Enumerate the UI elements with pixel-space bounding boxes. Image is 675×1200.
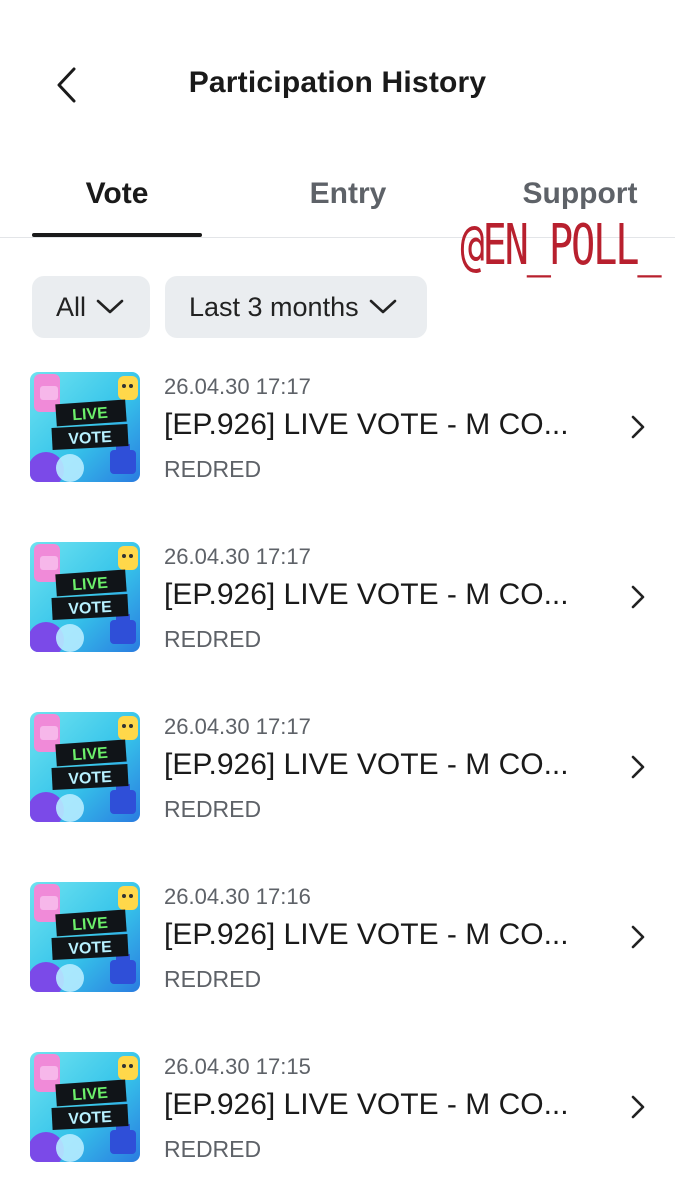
filter-bar: All Last 3 months: [32, 276, 427, 338]
list-item[interactable]: LIVE VOTE 26.04.30 17:16 [EP.926] LIVE VO…: [0, 862, 675, 1032]
active-tab-indicator: [32, 233, 202, 237]
vote-thumbnail: LIVE VOTE: [30, 1052, 140, 1162]
page-title: Participation History: [188, 66, 487, 99]
chevron-down-icon: [369, 299, 397, 315]
period-filter[interactable]: Last 3 months: [165, 276, 427, 338]
list-item[interactable]: LIVE VOTE 26.04.30 17:17 [EP.926] LIVE VO…: [0, 352, 675, 522]
vote-thumbnail: LIVE VOTE: [30, 882, 140, 992]
category-filter[interactable]: All: [32, 276, 150, 338]
item-subtitle: REDRED: [164, 1136, 262, 1162]
history-list: LIVE VOTE 26.04.30 17:17 [EP.926] LIVE VO…: [0, 352, 675, 1200]
list-item[interactable]: LIVE VOTE 26.04.30 17:17 [EP.926] LIVE VO…: [0, 692, 675, 862]
svg-text:VOTE: VOTE: [68, 599, 113, 618]
header: Participation History: [0, 0, 675, 150]
item-title: [EP.926] LIVE VOTE - M CO...: [164, 408, 569, 441]
chevron-right-icon: [626, 582, 650, 612]
item-title: [EP.926] LIVE VOTE - M CO...: [164, 578, 569, 611]
chevron-right-icon: [626, 412, 650, 442]
item-subtitle: REDRED: [164, 456, 262, 482]
item-title: [EP.926] LIVE VOTE - M CO...: [164, 918, 569, 951]
vote-thumbnail: LIVE VOTE: [30, 542, 140, 652]
item-date: 26.04.30 17:16: [164, 884, 311, 909]
svg-text:LIVE: LIVE: [72, 575, 109, 594]
item-subtitle: REDRED: [164, 626, 262, 652]
category-filter-label: All: [56, 291, 87, 322]
chevron-right-icon: [626, 922, 650, 952]
list-item[interactable]: LIVE VOTE 26.04.30 17:15 [EP.926] LIVE VO…: [0, 1032, 675, 1200]
item-date: 26.04.30 17:17: [164, 714, 311, 739]
tab-vote[interactable]: Vote: [32, 150, 202, 238]
svg-text:LIVE: LIVE: [72, 745, 109, 764]
item-title: [EP.926] LIVE VOTE - M CO...: [164, 1088, 569, 1121]
watermark: @EN_POLL_: [459, 213, 661, 278]
chevron-right-icon: [626, 752, 650, 782]
period-filter-label: Last 3 months: [189, 291, 359, 322]
item-subtitle: REDRED: [164, 796, 262, 822]
svg-text:LIVE: LIVE: [72, 1085, 109, 1104]
list-item[interactable]: LIVE VOTE 26.04.30 17:17 [EP.926] LIVE VO…: [0, 522, 675, 692]
item-date: 26.04.30 17:15: [164, 1054, 311, 1079]
svg-text:VOTE: VOTE: [68, 429, 113, 448]
svg-text:VOTE: VOTE: [68, 769, 113, 788]
item-title: [EP.926] LIVE VOTE - M CO...: [164, 748, 569, 781]
item-date: 26.04.30 17:17: [164, 374, 311, 399]
chevron-down-icon: [96, 299, 124, 315]
tab-entry[interactable]: Entry: [263, 150, 433, 238]
vote-thumbnail: LIVE VOTE: [30, 372, 140, 482]
svg-text:VOTE: VOTE: [68, 939, 113, 958]
svg-text:LIVE: LIVE: [72, 405, 109, 424]
chevron-right-icon: [626, 1092, 650, 1122]
svg-text:VOTE: VOTE: [68, 1109, 113, 1128]
item-date: 26.04.30 17:17: [164, 544, 311, 569]
item-subtitle: REDRED: [164, 966, 262, 992]
svg-text:LIVE: LIVE: [72, 915, 109, 934]
vote-thumbnail: LIVE VOTE: [30, 712, 140, 822]
